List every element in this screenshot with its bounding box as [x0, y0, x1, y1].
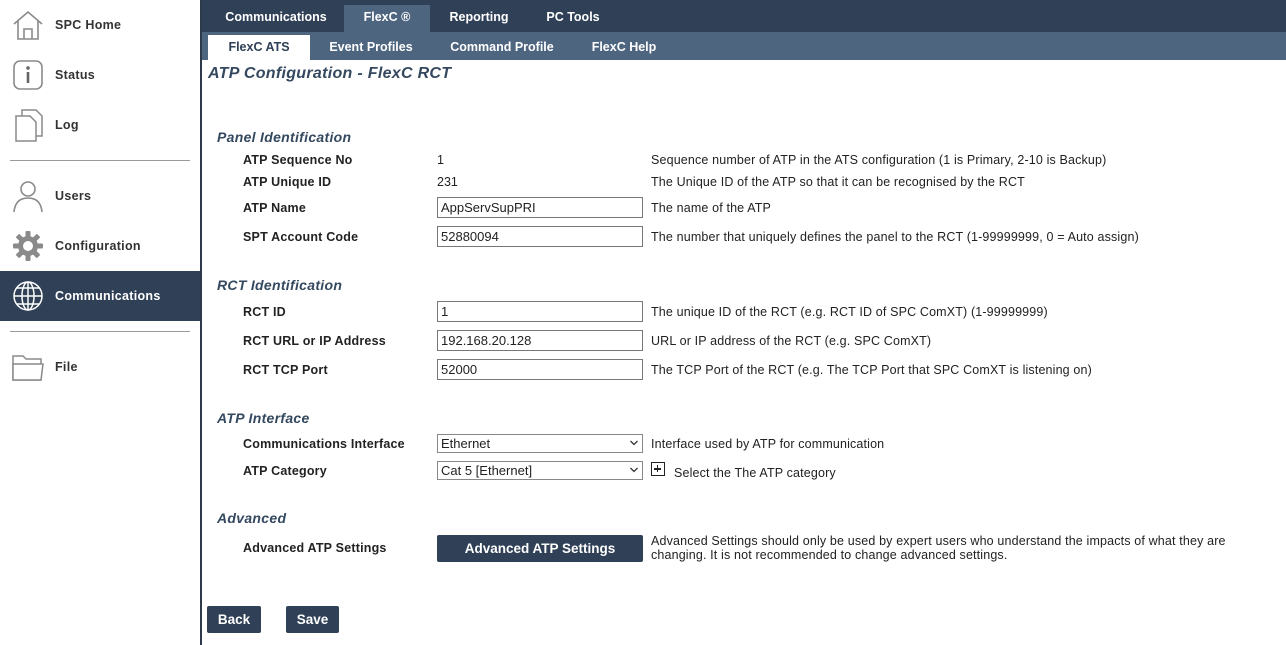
chevron-down-icon: [630, 440, 638, 446]
sidebar-item-spc-home[interactable]: SPC Home: [0, 0, 200, 50]
top-nav: Communications FlexC ® Reporting PC Tool…: [202, 0, 1286, 32]
spt-account-code-input[interactable]: 52880094: [437, 226, 643, 247]
sidebar-item-label: Users: [55, 189, 92, 203]
rct-id-input[interactable]: 1: [437, 301, 643, 322]
communications-interface-value: Ethernet: [441, 436, 491, 451]
tab-command-profile[interactable]: Command Profile: [436, 35, 568, 60]
expand-plus-icon[interactable]: [651, 462, 665, 476]
atp-name-label: ATP Name: [243, 201, 306, 215]
tab-flexc[interactable]: FlexC ®: [344, 5, 430, 32]
atp-sequence-no-desc: Sequence number of ATP in the ATS config…: [651, 153, 1107, 167]
communications-interface-desc: Interface used by ATP for communication: [651, 437, 885, 451]
atp-category-value: Cat 5 [Ethernet]: [441, 463, 533, 478]
rct-url-desc: URL or IP address of the RCT (e.g. SPC C…: [651, 334, 932, 348]
advanced-atp-settings-label: Advanced ATP Settings: [243, 541, 387, 555]
sidebar-item-file[interactable]: File: [0, 342, 200, 392]
rct-id-label: RCT ID: [243, 305, 286, 319]
sidebar-divider: [10, 160, 190, 161]
user-icon: [11, 179, 45, 213]
sidebar-item-label: Log: [55, 118, 79, 132]
sidebar-item-label: Communications: [55, 289, 161, 303]
sidebar-item-log[interactable]: Log: [0, 100, 200, 150]
section-title-atp-interface: ATP Interface: [217, 410, 310, 426]
atp-unique-id-label: ATP Unique ID: [243, 175, 332, 189]
atp-unique-id-desc: The Unique ID of the ATP so that it can …: [651, 175, 1025, 189]
back-button[interactable]: Back: [207, 606, 261, 633]
sidebar-item-status[interactable]: Status: [0, 50, 200, 100]
rct-id-desc: The unique ID of the RCT (e.g. RCT ID of…: [651, 305, 1048, 319]
sidebar-item-label: File: [55, 360, 78, 374]
rct-tcp-port-desc: The TCP Port of the RCT (e.g. The TCP Po…: [651, 363, 1092, 377]
atp-category-select[interactable]: Cat 5 [Ethernet]: [437, 461, 643, 480]
tab-reporting[interactable]: Reporting: [436, 5, 522, 32]
sidebar-border: [200, 0, 202, 645]
rct-url-input[interactable]: 192.168.20.128: [437, 330, 643, 351]
tab-flexc-help[interactable]: FlexC Help: [580, 35, 668, 60]
section-title-rct-identification: RCT Identification: [217, 277, 343, 293]
communications-interface-label: Communications Interface: [243, 437, 405, 451]
tab-pc-tools[interactable]: PC Tools: [530, 5, 616, 32]
advanced-atp-settings-button[interactable]: Advanced ATP Settings: [437, 535, 643, 562]
atp-category-label: ATP Category: [243, 464, 327, 478]
advanced-desc-line1: Advanced Settings should only be used by…: [651, 534, 1226, 548]
sidebar-item-label: Configuration: [55, 239, 141, 253]
atp-name-desc: The name of the ATP: [651, 201, 772, 215]
tab-communications[interactable]: Communications: [214, 5, 338, 32]
page-title: ATP Configuration - FlexC RCT: [208, 65, 452, 82]
rct-tcp-port-label: RCT TCP Port: [243, 363, 328, 377]
sidebar-item-label: SPC Home: [55, 18, 122, 32]
section-title-advanced: Advanced: [217, 510, 287, 526]
communications-interface-select[interactable]: Ethernet: [437, 434, 643, 453]
advanced-desc-line2: changing. It is not recommended to chang…: [651, 548, 1008, 562]
globe-icon: [11, 279, 45, 313]
sub-nav: FlexC ATS Event Profiles Command Profile…: [202, 32, 1286, 60]
sidebar-item-label: Status: [55, 68, 96, 82]
gear-icon: [11, 229, 45, 263]
rct-tcp-port-input[interactable]: 52000: [437, 359, 643, 380]
save-button[interactable]: Save: [286, 606, 339, 633]
sidebar-item-configuration[interactable]: Configuration: [0, 221, 200, 271]
sidebar: SPC Home Status Log Users Configuration …: [0, 0, 200, 645]
home-icon: [11, 8, 45, 42]
tab-flexc-ats[interactable]: FlexC ATS: [208, 35, 310, 60]
folder-icon: [11, 350, 45, 384]
spt-account-code-desc: The number that uniquely defines the pan…: [651, 230, 1139, 244]
atp-sequence-no-value: 1: [437, 153, 444, 167]
atp-category-desc: Select the The ATP category: [674, 466, 836, 480]
sidebar-item-users[interactable]: Users: [0, 171, 200, 221]
spt-account-code-label: SPT Account Code: [243, 230, 359, 244]
atp-name-input[interactable]: AppServSupPRI: [437, 197, 643, 218]
log-icon: [11, 108, 45, 142]
sidebar-item-communications[interactable]: Communications: [0, 271, 200, 321]
sidebar-divider: [10, 331, 190, 332]
rct-url-label: RCT URL or IP Address: [243, 334, 386, 348]
section-title-panel-identification: Panel Identification: [217, 129, 352, 145]
atp-sequence-no-label: ATP Sequence No: [243, 153, 353, 167]
info-icon: [11, 58, 45, 92]
atp-unique-id-value: 231: [437, 175, 458, 189]
chevron-down-icon: [630, 467, 638, 473]
tab-event-profiles[interactable]: Event Profiles: [320, 35, 422, 60]
